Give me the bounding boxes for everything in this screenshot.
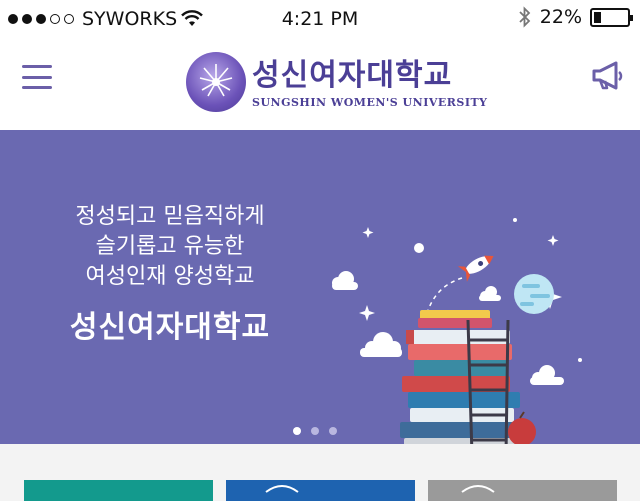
carousel-indicator[interactable] — [293, 427, 337, 435]
status-bar: SYWORKS 4:21 PM 22% — [0, 0, 640, 38]
bluetooth-icon — [519, 6, 531, 28]
shield-icon — [265, 485, 299, 493]
quick-menu-tile-1[interactable] — [24, 480, 213, 501]
carousel-dot[interactable] — [293, 427, 301, 435]
books-illustration — [332, 218, 582, 444]
brand-title-ko: 성신여자대학교 — [252, 58, 453, 93]
brand-title-en: SUNGSHIN WOMEN'S UNIVERSITY — [252, 96, 488, 109]
university-logo — [186, 52, 246, 112]
sparkle-icon — [547, 235, 559, 246]
sparkle-icon — [362, 227, 374, 238]
quick-menu — [0, 444, 640, 501]
quick-menu-tile-3[interactable] — [428, 480, 617, 501]
battery-icon — [590, 7, 633, 27]
slogan-line-3: 여성인재 양성학교 — [85, 264, 255, 289]
banner-title: 성신여자대학교 — [69, 310, 271, 345]
battery-percent: 22% — [539, 6, 582, 28]
rocket-icon — [457, 255, 494, 282]
carousel-dot[interactable] — [329, 427, 337, 435]
slogan-line-2: 슬기롭고 유능한 — [95, 234, 245, 259]
quick-menu-tile-2[interactable] — [226, 480, 415, 501]
search-icon — [461, 485, 495, 493]
carousel-dot[interactable] — [311, 427, 319, 435]
sparkle-icon — [359, 305, 375, 321]
brand-wordmark: 성신여자대학교 SUNGSHIN WOMEN'S UNIVERSITY — [252, 50, 488, 109]
battery-fill — [594, 11, 601, 23]
hamburger-icon[interactable] — [22, 65, 52, 89]
slogan-line-1: 정성되고 믿음직하게 — [75, 204, 265, 229]
hero-banner[interactable]: 정성되고 믿음직하게 슬기롭고 유능한 여성인재 양성학교 성신여자대학교 — [0, 130, 640, 444]
megaphone-icon[interactable] — [590, 60, 624, 92]
banner-slogan: 정성되고 믿음직하게 슬기롭고 유능한 여성인재 양성학교 성신여자대학교 — [0, 202, 340, 346]
app-header: 성신여자대학교 SUNGSHIN WOMEN'S UNIVERSITY — [0, 38, 640, 130]
status-right: 22% — [518, 6, 633, 28]
